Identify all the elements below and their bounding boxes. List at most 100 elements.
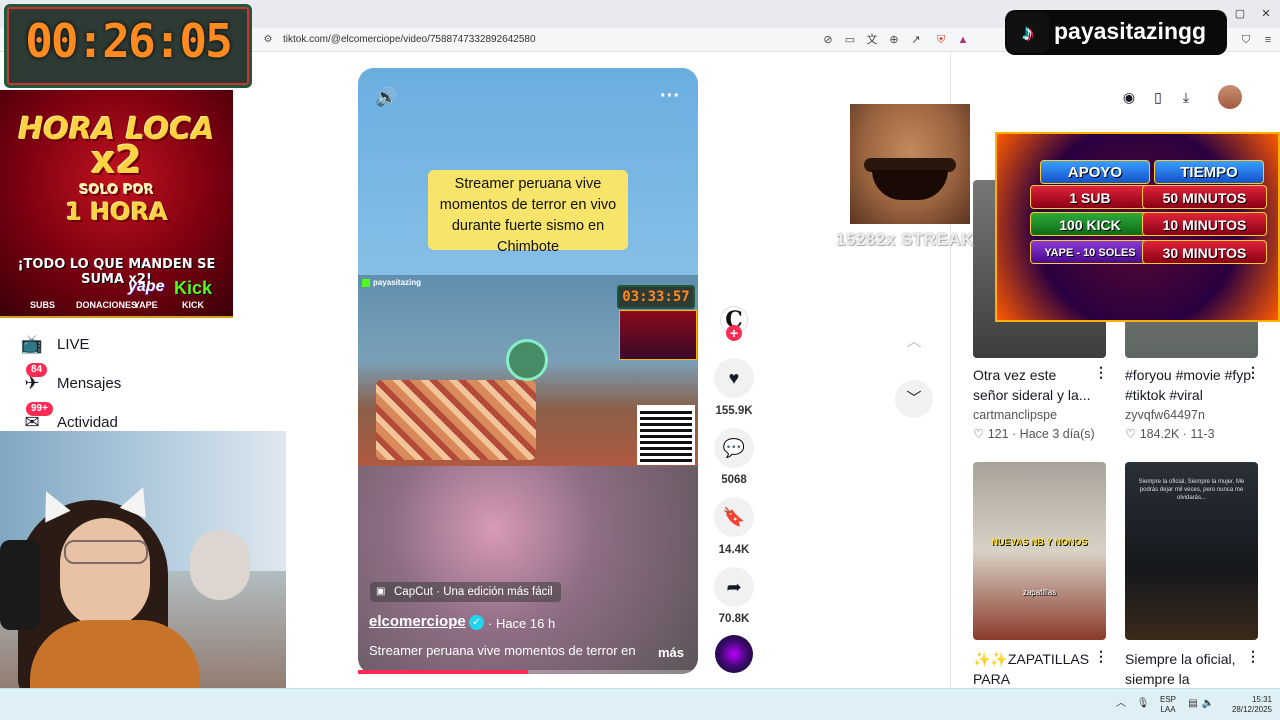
tray-chevron-up-icon[interactable]: ︿ bbox=[1114, 697, 1128, 711]
tiktok-logo-icon: ♪ bbox=[1007, 12, 1049, 53]
recommendation-title-2[interactable]: #foryou #movie #fyp #tiktok #viral bbox=[1125, 365, 1255, 405]
kick-logo: Kick bbox=[174, 278, 213, 298]
recommendation-more-icon[interactable]: ⋮ bbox=[1246, 648, 1260, 665]
next-video-button[interactable]: ﹀ bbox=[895, 380, 933, 418]
recommendation-title-1[interactable]: Otra vez este señor sideral y la... bbox=[973, 365, 1091, 405]
microphone-icon[interactable]: 🎙 bbox=[1136, 697, 1150, 711]
chevron-down-icon: ﹀ bbox=[906, 390, 922, 407]
recommendation-likes-2: 184.2K bbox=[1139, 427, 1180, 441]
recommendation-date-2: 11-3 bbox=[1190, 427, 1215, 441]
more-options-icon[interactable]: ··· bbox=[658, 86, 682, 106]
zoom-icon[interactable]: ⊕ bbox=[886, 32, 902, 48]
share-button[interactable]: ➦ bbox=[714, 567, 754, 607]
taskbar-clock[interactable]: 15:31 28/12/2025 bbox=[1222, 695, 1272, 715]
capcut-label: CapCut · Una edición más fácil bbox=[394, 586, 553, 598]
rewards-icon[interactable]: ▲ bbox=[955, 32, 971, 48]
promo-label-donaciones: DONACIONES bbox=[76, 300, 138, 310]
recommendation-meta-1: ♡ 121 · Hace 3 día(s) bbox=[973, 427, 1095, 441]
recommendation-more-icon[interactable]: ⋮ bbox=[1094, 364, 1108, 381]
save-button[interactable]: 🔖 bbox=[714, 497, 754, 537]
brand-name: payasitazingg bbox=[1054, 18, 1207, 44]
streak-counter: 15282x STREAK bbox=[836, 230, 974, 249]
thumb-overlay-sub-3: zapatillas bbox=[1022, 588, 1057, 597]
stream-channel: payasitazing bbox=[373, 278, 422, 287]
promo-label-yape: YAPE bbox=[134, 300, 158, 310]
clock-time: 15:31 bbox=[1251, 695, 1272, 704]
video-caption: Streamer peruana vive momentos de terror… bbox=[439, 176, 617, 255]
speaker-icon[interactable]: 🔈 bbox=[1201, 697, 1215, 711]
follow-plus-icon[interactable]: + bbox=[726, 325, 742, 341]
site-info-icon[interactable]: ⚙ bbox=[262, 34, 274, 46]
webcam-streamer-face bbox=[60, 518, 150, 628]
heart-icon: ♥ bbox=[728, 368, 740, 388]
support-row-tiempo: 10 MINUTOS bbox=[1142, 212, 1267, 236]
close-icon[interactable]: ✕ bbox=[1258, 6, 1274, 22]
recommendation-date-1: Hace 3 día(s) bbox=[1019, 427, 1095, 441]
recommendation-more-icon[interactable]: ⋮ bbox=[1094, 648, 1108, 665]
previous-video-button[interactable]: ︿ bbox=[895, 323, 933, 361]
promo-solo: SOLO POR bbox=[79, 183, 154, 198]
promo-label-subs: SUBS bbox=[30, 300, 56, 310]
sidebar-item-messages[interactable]: ✈ 84 Mensajes bbox=[20, 363, 121, 395]
capcut-chip[interactable]: ▣ CapCut · Una edición más fácil bbox=[370, 582, 561, 602]
sidebar-item-live[interactable]: 📺 LIVE bbox=[20, 332, 90, 356]
bookmark-icon: 🔖 bbox=[722, 507, 746, 527]
share-count: 70.8K bbox=[718, 613, 750, 625]
like-button[interactable]: ♥ bbox=[714, 358, 754, 398]
thumb-overlay-text-3: NUEVAS NB Y NONOS bbox=[991, 537, 1088, 547]
stream-avatar bbox=[506, 339, 548, 381]
vpn-icon[interactable]: ⛉ bbox=[1238, 32, 1254, 48]
support-row-tiempo: 30 MINUTOS bbox=[1142, 240, 1267, 264]
sidebar-item-label: LIVE bbox=[57, 335, 90, 353]
menu-icon[interactable]: ≡ bbox=[1260, 32, 1276, 48]
cast-icon[interactable]: ▭ bbox=[842, 32, 858, 48]
comment-button[interactable]: 💬 bbox=[714, 428, 754, 468]
music-disc-icon[interactable] bbox=[715, 635, 753, 673]
recommendation-more-icon[interactable]: ⋮ bbox=[1246, 364, 1260, 381]
stream-timer: 00:26:05 bbox=[25, 14, 233, 68]
video-posted-time: · Hace 16 h bbox=[488, 616, 556, 631]
recommendation-meta-2: ♡ 184.2K · 11-3 bbox=[1125, 427, 1215, 441]
recommendation-thumb-4[interactable]: Siempre la oficial, Siempre la mujer. Me… bbox=[1125, 462, 1258, 640]
sidebar-item-label: Actividad bbox=[57, 413, 118, 431]
mute-icon[interactable]: ⊘ bbox=[820, 32, 836, 48]
activity-badge: 99+ bbox=[26, 402, 53, 416]
maximize-icon[interactable]: ▢ bbox=[1232, 6, 1248, 22]
chevron-up-icon: ︿ bbox=[906, 333, 922, 350]
live-tv-icon: 📺 bbox=[20, 334, 44, 354]
heart-outline-icon: ♡ bbox=[1125, 427, 1137, 441]
url-text[interactable]: tiktok.com/@elcomerciope/video/758874733… bbox=[283, 34, 536, 45]
qr-code bbox=[637, 405, 695, 465]
stream-bed bbox=[376, 380, 536, 460]
recommendation-author-1[interactable]: cartmanclipspe bbox=[973, 408, 1057, 422]
webcam-glasses bbox=[64, 540, 148, 564]
language-indicator[interactable]: ESP LAA bbox=[1156, 695, 1180, 715]
promo-hora: 1 HORA bbox=[65, 198, 168, 226]
promo-label-kick: KICK bbox=[182, 300, 204, 310]
share-arrow-icon: ➦ bbox=[726, 577, 742, 597]
coins-icon[interactable]: ◉ bbox=[1118, 86, 1140, 108]
webcam-microphone bbox=[0, 540, 40, 630]
recommendation-thumb-3[interactable]: NUEVAS NB Y NONOS zapatillas bbox=[973, 462, 1106, 640]
promo-multiplier: x2 bbox=[91, 138, 142, 182]
share-icon[interactable]: ↗ bbox=[908, 32, 924, 48]
translate-icon[interactable]: 文 bbox=[864, 32, 880, 48]
network-icon[interactable]: ▤ bbox=[1186, 697, 1200, 711]
comment-icon: 💬 bbox=[722, 438, 746, 458]
support-row-apoyo: 100 KICK bbox=[1030, 212, 1150, 236]
volume-icon[interactable]: 🔊 bbox=[375, 86, 397, 108]
support-row-apoyo: YAPE - 10 SOLES bbox=[1030, 240, 1150, 264]
description-more-button[interactable]: más bbox=[658, 645, 684, 660]
messages-badge: 84 bbox=[26, 363, 48, 377]
yape-logo: yape bbox=[128, 278, 165, 295]
brave-shields-icon[interactable]: ⛨ bbox=[933, 32, 949, 48]
video-author[interactable]: elcomerciope bbox=[369, 613, 466, 630]
download-icon[interactable]: ⤓ bbox=[1175, 86, 1197, 108]
user-avatar[interactable] bbox=[1218, 85, 1242, 109]
support-header-apoyo: APOYO bbox=[1040, 160, 1150, 184]
capcut-icon: ▣ bbox=[376, 586, 386, 597]
video-description: Streamer peruana vive momentos de terror… bbox=[369, 643, 636, 658]
support-row-apoyo: 1 SUB bbox=[1030, 185, 1150, 209]
mobile-app-icon[interactable]: ▯ bbox=[1147, 86, 1169, 108]
recommendation-author-2[interactable]: zyvqfw64497n bbox=[1125, 408, 1205, 422]
